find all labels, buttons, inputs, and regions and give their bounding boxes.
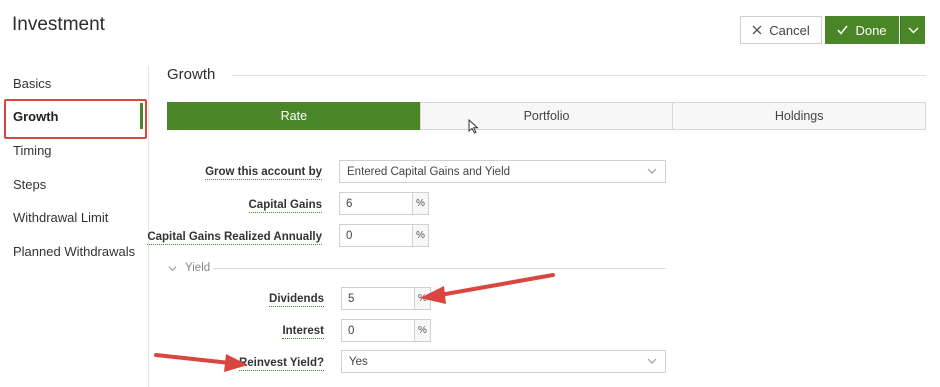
capital-gains-input[interactable] xyxy=(339,192,413,215)
yield-section-toggle[interactable]: Yield xyxy=(168,262,210,274)
chevron-down-icon xyxy=(647,358,657,364)
tab-label: Holdings xyxy=(774,109,824,123)
sidebar-item-label: Withdrawal Limit xyxy=(13,209,109,225)
tab-bar: Rate Portfolio Holdings xyxy=(167,102,927,130)
capital-gains-unit: % xyxy=(413,192,429,215)
chevron-down-icon xyxy=(908,27,918,33)
dividends-input[interactable] xyxy=(341,287,415,310)
cancel-label: Cancel xyxy=(769,22,810,38)
tab-label: Rate xyxy=(280,109,308,123)
dividends-label: Dividends xyxy=(269,293,324,307)
reinvest-select[interactable]: Yes xyxy=(341,350,666,373)
sidebar-divider xyxy=(148,66,149,387)
arrow-to-reinvest xyxy=(154,353,248,372)
capital-gains-label: Capital Gains xyxy=(248,199,322,213)
sidebar-item-planned-withdrawals[interactable]: Planned Withdrawals xyxy=(0,234,146,268)
close-icon xyxy=(752,25,762,35)
sidebar-item-label: Steps xyxy=(13,176,47,192)
done-menu-button[interactable] xyxy=(900,16,925,44)
arrow-to-dividends xyxy=(420,273,555,304)
sidebar-item-growth[interactable]: Growth xyxy=(0,99,146,133)
mouse-cursor-icon xyxy=(468,119,479,134)
sidebar-item-label: Planned Withdrawals xyxy=(13,243,136,259)
chevron-down-icon xyxy=(647,168,657,174)
cg-realized-input[interactable] xyxy=(339,224,413,247)
cancel-button[interactable]: Cancel xyxy=(740,16,822,44)
done-button[interactable]: Done xyxy=(825,16,899,44)
yield-divider xyxy=(213,268,666,269)
interest-label: Interest xyxy=(282,325,324,339)
sidebar-item-basics[interactable]: Basics xyxy=(0,66,146,100)
grow-by-value: Entered Capital Gains and Yield xyxy=(347,165,511,178)
tab-rate[interactable]: Rate xyxy=(167,102,421,130)
interest-input[interactable] xyxy=(341,319,415,342)
interest-unit: % xyxy=(415,319,431,342)
grow-by-select[interactable]: Entered Capital Gains and Yield xyxy=(339,160,666,183)
cg-realized-unit: % xyxy=(413,224,429,247)
page-title: Investment xyxy=(12,14,105,35)
sidebar-item-withdrawal-limit[interactable]: Withdrawal Limit xyxy=(0,200,146,234)
sidebar-item-label: Growth xyxy=(13,108,59,124)
dividends-unit: % xyxy=(415,287,431,310)
tab-label: Portfolio xyxy=(523,109,570,123)
yield-section-label: Yield xyxy=(185,262,211,274)
tab-holdings[interactable]: Holdings xyxy=(672,102,927,130)
done-label: Done xyxy=(855,22,887,38)
section-title: Growth xyxy=(167,66,216,83)
tab-portfolio[interactable]: Portfolio xyxy=(419,102,674,130)
reinvest-label: Reinvest Yield? xyxy=(238,357,324,371)
cg-realized-label: Capital Gains Realized Annually xyxy=(147,231,322,245)
sidebar-item-label: Basics xyxy=(13,75,52,91)
active-indicator xyxy=(140,103,143,129)
sidebar-item-steps[interactable]: Steps xyxy=(0,167,146,201)
sidebar-item-label: Timing xyxy=(13,142,52,158)
grow-by-label: Grow this account by xyxy=(205,166,322,180)
check-icon xyxy=(837,25,849,35)
reinvest-value: Yes xyxy=(349,355,368,368)
sidebar-item-timing[interactable]: Timing xyxy=(0,133,146,167)
chevron-down-icon xyxy=(168,265,177,271)
section-divider xyxy=(232,75,926,76)
